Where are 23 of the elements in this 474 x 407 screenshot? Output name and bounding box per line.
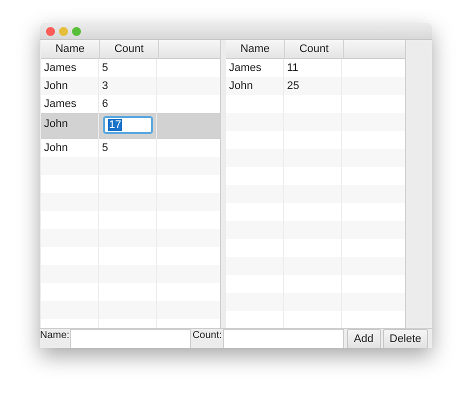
name-field[interactable] [70, 329, 192, 348]
action-button[interactable]: Delete [382, 329, 428, 348]
column-header[interactable]: Name [41, 40, 100, 58]
table-cell: 11 [287, 62, 298, 74]
column-header[interactable]: Name [226, 40, 285, 58]
action-button[interactable]: Add [346, 329, 380, 348]
table-row[interactable]: John 3 [41, 77, 220, 95]
table-cell: 25 [287, 80, 300, 92]
minimize-button[interactable] [59, 26, 68, 36]
table-row[interactable]: John 17 [41, 113, 220, 139]
column-header[interactable]: Count [100, 40, 159, 58]
table-cell: 5 [102, 62, 108, 74]
count-label: Count: [192, 329, 223, 343]
table-cell: 5 [102, 142, 108, 154]
name-label: Name: [40, 329, 70, 343]
count-field[interactable] [222, 329, 344, 348]
count-input[interactable]: 17 [103, 116, 153, 134]
close-button[interactable] [46, 26, 55, 36]
table-cell: 6 [102, 98, 108, 110]
column-header[interactable]: Count [285, 40, 344, 58]
zoom-button[interactable] [72, 26, 81, 36]
table-cell: 3 [102, 80, 108, 92]
table-row[interactable]: John 25 [226, 77, 405, 95]
